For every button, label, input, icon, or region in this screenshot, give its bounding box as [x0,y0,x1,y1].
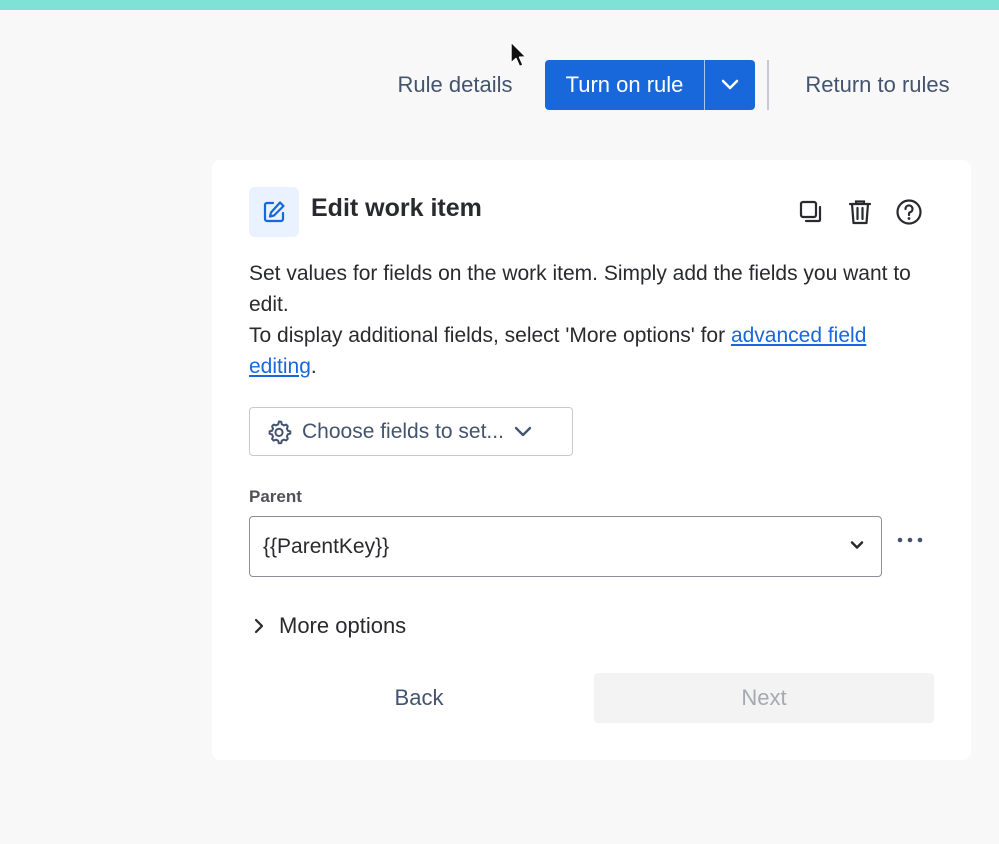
mouse-cursor-icon [510,41,527,68]
card-description: Set values for fields on the work item. … [249,258,929,382]
card-title: Edit work item [311,194,482,222]
trash-icon[interactable] [845,197,875,227]
parent-select-value: {{ParentKey}} [263,534,390,558]
turn-on-rule-split-button: Turn on rule [545,60,755,110]
back-button[interactable]: Back [249,673,589,723]
more-options-label: More options [279,613,407,638]
toolbar-divider [767,60,769,110]
duplicate-icon[interactable] [796,197,826,227]
parent-field-label: Parent [249,487,302,506]
more-options-toggle[interactable]: More options [249,608,406,644]
edit-icon [263,201,285,223]
edit-work-item-card: Edit work item Set values for fields on … [212,160,971,760]
chevron-down-icon [721,79,739,90]
chevron-down-icon [514,426,532,436]
return-to-rules-button[interactable]: Return to rules [785,60,970,110]
turn-on-rule-button[interactable]: Turn on rule [545,60,705,110]
chevron-down-icon [850,541,864,549]
parent-select[interactable]: {{ParentKey}} [249,516,882,577]
more-actions-icon[interactable] [895,530,925,550]
rule-details-button[interactable]: Rule details [380,60,530,110]
chevron-right-icon [254,618,264,634]
gear-icon [268,420,292,444]
description-prefix: To display additional fields, select 'Mo… [249,324,731,347]
turn-on-rule-dropdown-button[interactable] [705,60,755,110]
description-line-2: To display additional fields, select 'Mo… [249,320,929,382]
top-accent-bar [0,0,999,10]
description-line-1: Set values for fields on the work item. … [249,262,911,316]
choose-fields-button[interactable]: Choose fields to set... [249,407,573,456]
description-suffix: . [310,355,317,378]
choose-fields-label: Choose fields to set... [302,419,504,443]
edit-icon-container [249,187,299,237]
next-button[interactable]: Next [594,673,934,723]
help-icon[interactable] [894,197,924,227]
rule-toolbar: Rule details Turn on rule Return to rule… [0,60,999,110]
